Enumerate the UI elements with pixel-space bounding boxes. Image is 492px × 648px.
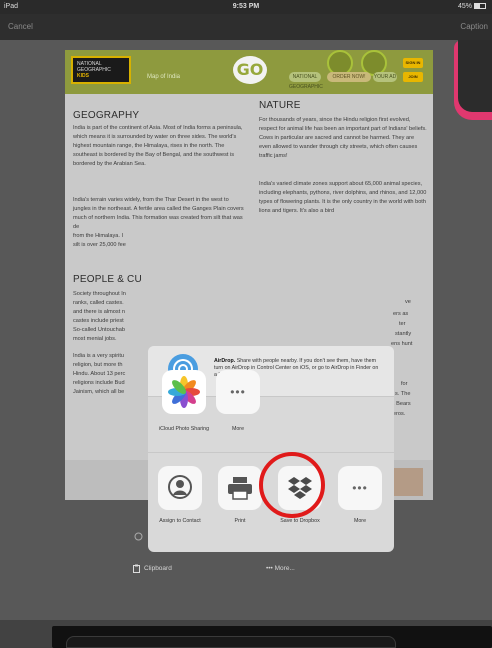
nav-bar: Cancel Caption bbox=[0, 14, 492, 40]
nature-fragment: stantly bbox=[395, 331, 412, 337]
nature-fragment: ens hunt bbox=[391, 341, 413, 347]
people-fragment: Hindu. About 13 perc bbox=[73, 371, 126, 377]
people-fragment: religion, but more th bbox=[73, 362, 123, 368]
people-fragment: castes include priest bbox=[73, 318, 124, 324]
more-dots-icon: ••• bbox=[352, 481, 368, 495]
icloud-photo-sharing-button[interactable] bbox=[162, 370, 206, 414]
go-badge: GO bbox=[233, 56, 267, 84]
printer-icon bbox=[228, 477, 252, 500]
join-button: JOIN bbox=[403, 72, 423, 82]
doc-banner: NATIONAL GEOGRAPHIC KIDS Map of India GO… bbox=[65, 50, 433, 94]
nature-heading: NATURE bbox=[259, 100, 301, 111]
print-label: Print bbox=[234, 518, 246, 524]
geography-heading: GEOGRAPHY bbox=[73, 110, 140, 121]
nature-fragment: ve bbox=[405, 299, 411, 305]
nature-text2: India's varied climate zones support abo… bbox=[259, 181, 427, 214]
people-fragment: ranks, called castes. bbox=[73, 300, 124, 306]
status-time: 9:53 PM bbox=[232, 3, 260, 10]
more-activities-label: More bbox=[231, 426, 245, 432]
natgeo-kids-logo: NATIONAL GEOGRAPHIC KIDS bbox=[71, 56, 131, 84]
geography-fragment: from the Himalaya. I bbox=[73, 233, 124, 239]
people-fragment: Society throughout In bbox=[73, 291, 126, 297]
order-now-pill: ORDER NOW! bbox=[327, 72, 371, 82]
more-activities-button[interactable]: ••• bbox=[216, 370, 260, 414]
clipboard-button[interactable]: Clipboard bbox=[144, 565, 172, 572]
red-highlight-circle bbox=[259, 452, 325, 518]
nature-text: For thousands of years, since the Hindu … bbox=[259, 117, 427, 159]
logo-line3: KIDS bbox=[77, 73, 89, 79]
icloud-photo-sharing-label: iCloud Photo Sharing bbox=[158, 426, 210, 432]
pink-tab-decoration bbox=[454, 40, 492, 120]
divider bbox=[148, 452, 394, 453]
more-options-label: More... bbox=[274, 565, 295, 572]
status-bar: iPad 9:53 PM 45% bbox=[0, 0, 492, 14]
battery-percent: 45% bbox=[457, 3, 472, 10]
geography-text: India is part of the continent of Asia. … bbox=[73, 125, 243, 167]
nature-fragment: ers as bbox=[393, 311, 409, 317]
partial-icon bbox=[134, 532, 143, 541]
more-dots-icon: ••• bbox=[266, 565, 273, 572]
contact-icon bbox=[168, 475, 192, 499]
more-actions-button[interactable]: ••• bbox=[338, 466, 382, 510]
assign-to-contact-button[interactable] bbox=[158, 466, 202, 510]
more-dots-icon: ••• bbox=[230, 385, 246, 399]
people-fragment: most menial jobs. bbox=[73, 336, 117, 342]
geography-text2: India's terrain varies widely, from the … bbox=[73, 197, 244, 230]
battery-indicator: 45% bbox=[458, 3, 486, 10]
assign-to-contact-label: Assign to Contact bbox=[159, 518, 201, 524]
people-fragment: Jainism, which all be bbox=[73, 389, 125, 395]
sign-in-button: SIGN IN bbox=[403, 58, 423, 68]
share-sheet: AirDrop. Share with people nearby. If yo… bbox=[148, 346, 394, 552]
people-fragment: So-called Untouchab bbox=[73, 327, 125, 333]
save-to-dropbox-label: Save to Dropbox bbox=[280, 518, 320, 524]
caption-button[interactable]: Caption bbox=[460, 22, 488, 31]
geography-fragment: silt is over 25,000 fee bbox=[73, 242, 126, 248]
airdrop-title: AirDrop. bbox=[214, 358, 236, 364]
banner-pill: NATIONAL GEOGRAPHIC bbox=[289, 72, 323, 90]
more-actions-label: More bbox=[353, 518, 367, 524]
bottom-action-strip: Clipboard ••• More... bbox=[133, 532, 394, 586]
people-fragment: India is a very spiritu bbox=[73, 353, 124, 359]
more-options-button[interactable]: ••• More... bbox=[266, 565, 295, 572]
cancel-button[interactable]: Cancel bbox=[8, 22, 33, 31]
nature-fragment: . Bears bbox=[393, 401, 411, 407]
nature-fragment: for bbox=[401, 381, 408, 387]
nature-fragment: ter bbox=[399, 321, 406, 327]
nature-fragment: s. The bbox=[395, 391, 411, 397]
people-heading: PEOPLE & CU bbox=[73, 274, 142, 285]
clipboard-icon bbox=[133, 564, 140, 573]
battery-icon bbox=[474, 3, 486, 9]
people-fragment: and there is almost n bbox=[73, 309, 125, 315]
photos-icon bbox=[168, 376, 200, 408]
print-button[interactable] bbox=[218, 466, 262, 510]
map-of-india-label: Map of India bbox=[147, 74, 181, 80]
people-fragment: religions include Bud bbox=[73, 380, 125, 386]
bottom-card-inner bbox=[66, 636, 396, 648]
banner-pill: YOUR AD bbox=[373, 72, 397, 82]
